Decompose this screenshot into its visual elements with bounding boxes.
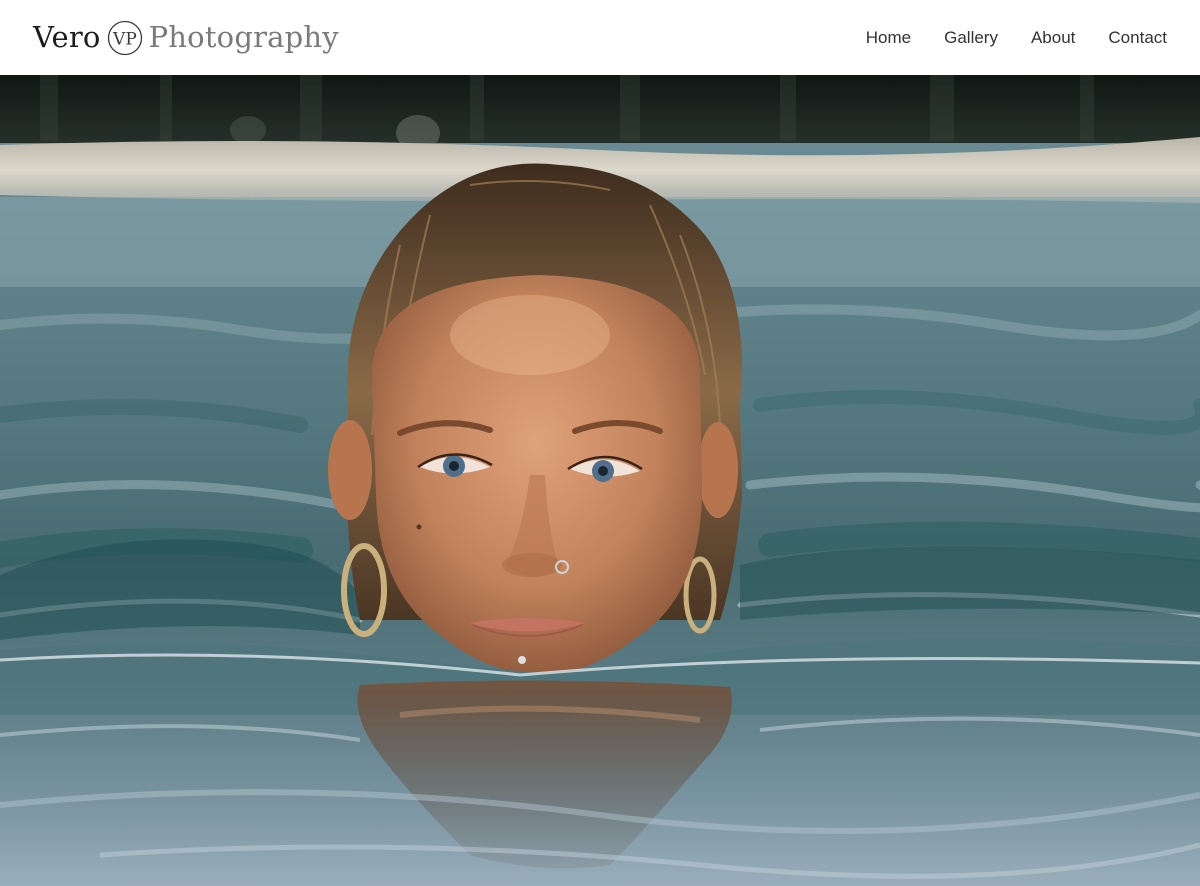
nav-gallery[interactable]: Gallery (944, 29, 998, 46)
site-header: Vero VP Photography Home Gallery About C… (0, 0, 1200, 75)
nav-contact[interactable]: Contact (1108, 29, 1167, 46)
portrait-photo-icon (0, 75, 1200, 886)
brand-second-word: Photography (148, 20, 339, 54)
main-nav: Home Gallery About Contact (866, 29, 1167, 46)
monogram-text: VP (112, 29, 137, 49)
nav-home[interactable]: Home (866, 29, 911, 46)
brand-first-word: Vero (33, 20, 101, 54)
hero-image (0, 75, 1200, 886)
brand-logo[interactable]: Vero VP Photography (33, 20, 339, 56)
monogram-icon: VP (107, 20, 142, 55)
page: Vero VP Photography Home Gallery About C… (0, 0, 1200, 886)
nav-about[interactable]: About (1031, 29, 1075, 46)
